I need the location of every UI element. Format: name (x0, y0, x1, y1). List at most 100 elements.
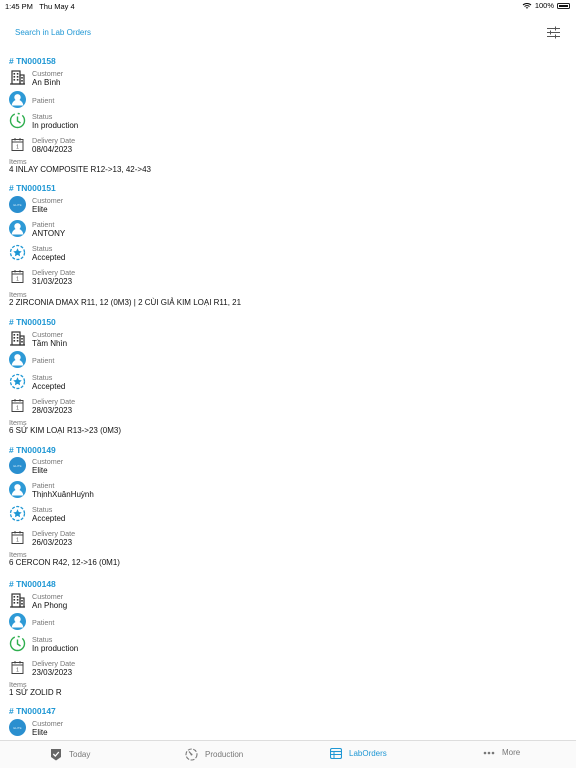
delivery-label: Delivery Date (32, 529, 76, 538)
customer-label: Customer (32, 457, 64, 466)
status-label: Status (32, 244, 53, 253)
patient-icon (9, 481, 26, 498)
status-right: 100% (522, 1, 570, 10)
search-bar (0, 22, 576, 48)
customer-row: Customer Tầm Nhìn (9, 329, 409, 349)
calendar-icon (9, 397, 26, 414)
status-value: Accepted (32, 382, 66, 391)
patient-row: Patient (9, 612, 409, 632)
more-dots-icon (483, 751, 495, 754)
customer-value: Elite (32, 728, 48, 737)
calendar-icon (9, 268, 26, 285)
status-row: Status In production (9, 634, 409, 654)
order-code[interactable]: # TN000149 (9, 445, 56, 455)
customer-value: An Phong (32, 601, 68, 610)
tab-more-label: More (502, 748, 521, 757)
status-row: Status In production (9, 111, 409, 131)
order-code[interactable]: # TN000158 (9, 56, 56, 66)
patient-label: Patient (32, 481, 55, 490)
filter-sliders-icon[interactable] (547, 26, 560, 39)
lab-orders-list[interactable]: # TN000158 Customer An Bình Patient Stat… (0, 54, 576, 740)
patient-label: Patient (32, 220, 55, 229)
items-value: 2 ZIRCONIA DMAX R11, 12 (0M3) | 2 CÙI GI… (9, 298, 242, 307)
customer-label: Customer (32, 330, 64, 339)
tab-bar: Today Production LabOrders More (0, 740, 576, 768)
delivery-value: 28/03/2023 (32, 406, 73, 415)
building-icon (9, 69, 26, 86)
items-value: 6 CERCON R42, 12->16 (0M1) (9, 558, 120, 567)
clock-icon (9, 635, 26, 652)
elite-logo-icon: ELITE (9, 719, 26, 736)
status-time: 1:45 PM Thu May 4 (5, 2, 75, 11)
clock-icon (9, 112, 26, 129)
search-input[interactable] (15, 28, 215, 37)
customer-value: Elite (32, 466, 48, 475)
order-code[interactable]: # TN000148 (9, 579, 56, 589)
items-value: 1 SỨ ZOLID R (9, 688, 62, 697)
customer-value: Elite (32, 205, 48, 214)
customer-value: An Bình (32, 78, 61, 87)
building-icon (9, 330, 26, 347)
delivery-label: Delivery Date (32, 268, 76, 277)
building-icon (9, 592, 26, 609)
star-badge-icon (9, 373, 26, 390)
star-badge-icon (9, 505, 26, 522)
status-value: In production (32, 121, 79, 130)
status-row: Status Accepted (9, 504, 409, 524)
delivery-row: Delivery Date 23/03/2023 (9, 658, 409, 678)
checkmark-shield-icon (51, 749, 61, 761)
customer-label: Customer (32, 196, 64, 205)
delivery-value: 26/03/2023 (32, 538, 73, 547)
patient-value: ThịnhXuânHuỳnh (32, 490, 94, 499)
status-value: In production (32, 644, 79, 653)
customer-label: Customer (32, 592, 64, 601)
lab-orders-icon (330, 748, 342, 759)
delivery-row: Delivery Date 28/03/2023 (9, 396, 409, 416)
star-badge-icon (9, 244, 26, 261)
items-value: 6 SỨ KIM LOẠI R13->23 (0M3) (9, 426, 121, 435)
delivery-label: Delivery Date (32, 397, 76, 406)
status-label: Status (32, 373, 53, 382)
customer-row: Customer An Phong (9, 591, 409, 611)
elite-logo-icon: ELITE (9, 196, 26, 213)
wifi-icon (522, 2, 532, 8)
production-gauge-icon (185, 748, 198, 761)
patient-icon (9, 351, 26, 368)
status-label: Status (32, 112, 53, 121)
tab-today[interactable]: Today (50, 748, 90, 761)
patient-value: ANTONY (32, 229, 66, 238)
patient-row: Patient ANTONY (9, 219, 409, 239)
tab-production-label: Production (205, 750, 244, 759)
delivery-label: Delivery Date (32, 659, 76, 668)
delivery-label: Delivery Date (32, 136, 76, 145)
delivery-row: Delivery Date 08/04/2023 (9, 135, 409, 155)
tab-production[interactable]: Production (185, 748, 243, 761)
battery-icon (557, 2, 570, 9)
customer-label: Customer (32, 719, 64, 728)
tab-laborders[interactable]: LabOrders (330, 748, 387, 759)
patient-row: Patient ThịnhXuânHuỳnh (9, 480, 409, 500)
patient-icon (9, 220, 26, 237)
status-row: Status Accepted (9, 243, 409, 263)
patient-row: Patient (9, 90, 409, 110)
tab-more[interactable]: More (483, 748, 520, 757)
elite-logo-icon: ELITE (9, 457, 26, 474)
customer-value: Tầm Nhìn (32, 339, 68, 348)
delivery-value: 08/04/2023 (32, 145, 73, 154)
order-code[interactable]: # TN000151 (9, 183, 56, 193)
tab-today-label: Today (69, 750, 91, 759)
customer-row: Customer An Bình (9, 68, 409, 88)
patient-label: Patient (32, 618, 55, 627)
delivery-row: Delivery Date 26/03/2023 (9, 528, 409, 548)
delivery-value: 31/03/2023 (32, 277, 73, 286)
calendar-icon (9, 136, 26, 153)
calendar-icon (9, 659, 26, 676)
status-row: Status Accepted (9, 372, 409, 392)
status-value: Accepted (32, 514, 66, 523)
order-code[interactable]: # TN000150 (9, 317, 56, 327)
customer-row: ELITE Customer Elite (9, 456, 409, 476)
delivery-row: Delivery Date 31/03/2023 (9, 267, 409, 287)
delivery-value: 23/03/2023 (32, 668, 73, 677)
patient-icon (9, 91, 26, 108)
order-code[interactable]: # TN000147 (9, 706, 56, 716)
